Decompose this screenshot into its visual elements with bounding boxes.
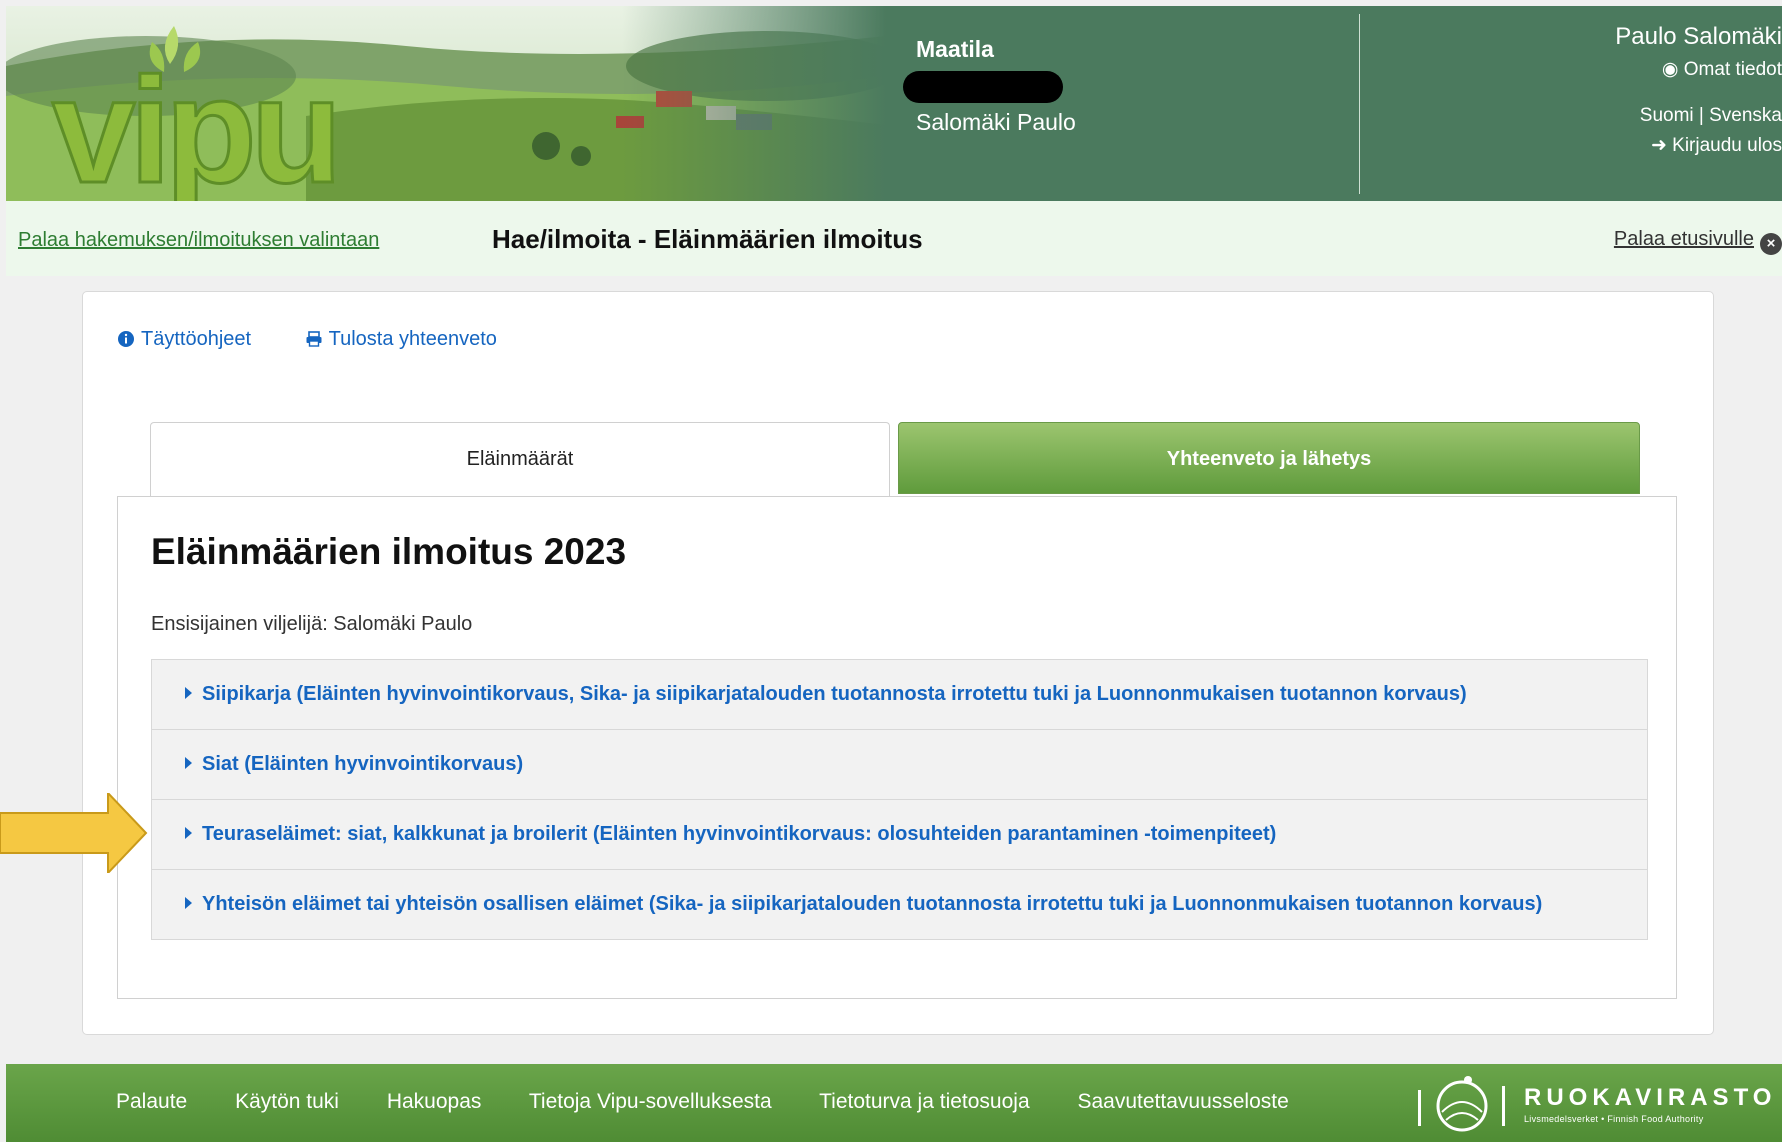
header-divider (1359, 14, 1360, 194)
toolbar: Täyttöohjeet Tulosta yhteenveto (117, 328, 545, 351)
caret-right-icon (185, 897, 192, 909)
user-circle-icon: ◉ (1661, 59, 1679, 80)
print-summary-link[interactable]: Tulosta yhteenveto (305, 328, 497, 350)
caret-right-icon (185, 827, 192, 839)
tab-animal-counts[interactable]: Eläinmäärät (150, 422, 890, 496)
user-box: Paulo Salomäki ◉ Omat tiedot Suomi | Sve… (1615, 22, 1782, 157)
farm-info: Maatila Salomäki Paulo (903, 36, 1076, 136)
farm-title: Maatila (916, 36, 994, 62)
caret-right-icon (185, 687, 192, 699)
logout-icon: ➜ (1650, 134, 1667, 156)
footer-link-about[interactable]: Tietoja Vipu-sovelluksesta (529, 1090, 772, 1113)
section-community-animals[interactable]: Yhteisön eläimet tai yhteisön osallisen … (152, 869, 1647, 939)
highlight-arrow-icon (0, 793, 148, 873)
footer-link-accessibility[interactable]: Saavutettavuusseloste (1077, 1090, 1288, 1113)
footer-link-privacy[interactable]: Tietoturva ja tietosuoja (819, 1090, 1030, 1113)
section-slaughter-animals[interactable]: Teuraseläimet: siat, kalkkunat ja broile… (152, 799, 1647, 869)
back-to-selection-link[interactable]: Palaa hakemuksen/ilmoituksen valintaan (18, 229, 379, 252)
instructions-link[interactable]: Täyttöohjeet (117, 328, 257, 350)
footer-links: Palaute Käytön tuki Hakuopas Tietoja Vip… (116, 1090, 1331, 1114)
section-pigs[interactable]: Siat (Eläinten hyvinvointikorvaus) (152, 729, 1647, 799)
footer-link-guide[interactable]: Hakuopas (387, 1090, 482, 1113)
info-icon (118, 331, 134, 347)
caret-right-icon (185, 757, 192, 769)
user-name: Paulo Salomäki (1615, 23, 1782, 50)
farm-owner: Salomäki Paulo (916, 109, 1076, 135)
app-header: vipu Maatila Salomäki Paulo Paulo Salomä… (6, 6, 1782, 201)
tab-panel: Eläinmäärien ilmoitus 2023 Ensisijainen … (117, 496, 1677, 999)
vipu-banner[interactable]: vipu (6, 6, 886, 201)
redacted-farm-id (903, 71, 1063, 103)
animal-sections-accordion: Siipikarja (Eläinten hyvinvointikorvaus,… (151, 659, 1648, 940)
tab-summary-and-submit[interactable]: Yhteenveto ja lähetys (898, 422, 1640, 494)
logout-link[interactable]: ➜ Kirjaudu ulos (1615, 134, 1782, 158)
footer: Palaute Käytön tuki Hakuopas Tietoja Vip… (6, 1064, 1782, 1142)
svg-text:vipu: vipu (52, 46, 336, 201)
footer-link-feedback[interactable]: Palaute (116, 1090, 187, 1113)
banner-landscape-image: vipu (6, 6, 886, 201)
ruokavirasto-emblem-icon (1418, 1076, 1505, 1132)
own-info-link[interactable]: ◉ Omat tiedot (1615, 58, 1782, 82)
close-icon: × (1760, 233, 1782, 255)
subheader: Palaa hakemuksen/ilmoituksen valintaan H… (6, 201, 1782, 276)
page-title: Hae/ilmoita - Eläinmäärien ilmoitus (492, 224, 923, 254)
primary-farmer: Ensisijainen viljelijä: Salomäki Paulo (151, 613, 473, 635)
section-poultry[interactable]: Siipikarja (Eläinten hyvinvointikorvaus,… (152, 660, 1647, 729)
language-switch[interactable]: Suomi | Svenska (1615, 104, 1782, 128)
main-card: Täyttöohjeet Tulosta yhteenveto Eläinmää… (82, 291, 1714, 1035)
return-home-link[interactable]: Palaa etusivulle × (1614, 228, 1782, 255)
printer-icon (306, 331, 322, 347)
form-heading: Eläinmäärien ilmoitus 2023 (151, 531, 627, 572)
footer-link-support[interactable]: Käytön tuki (235, 1090, 339, 1113)
ruokavirasto-logo[interactable]: RUOKAVIRASTO Livsmedelsverket • Finnish … (1524, 1084, 1776, 1124)
